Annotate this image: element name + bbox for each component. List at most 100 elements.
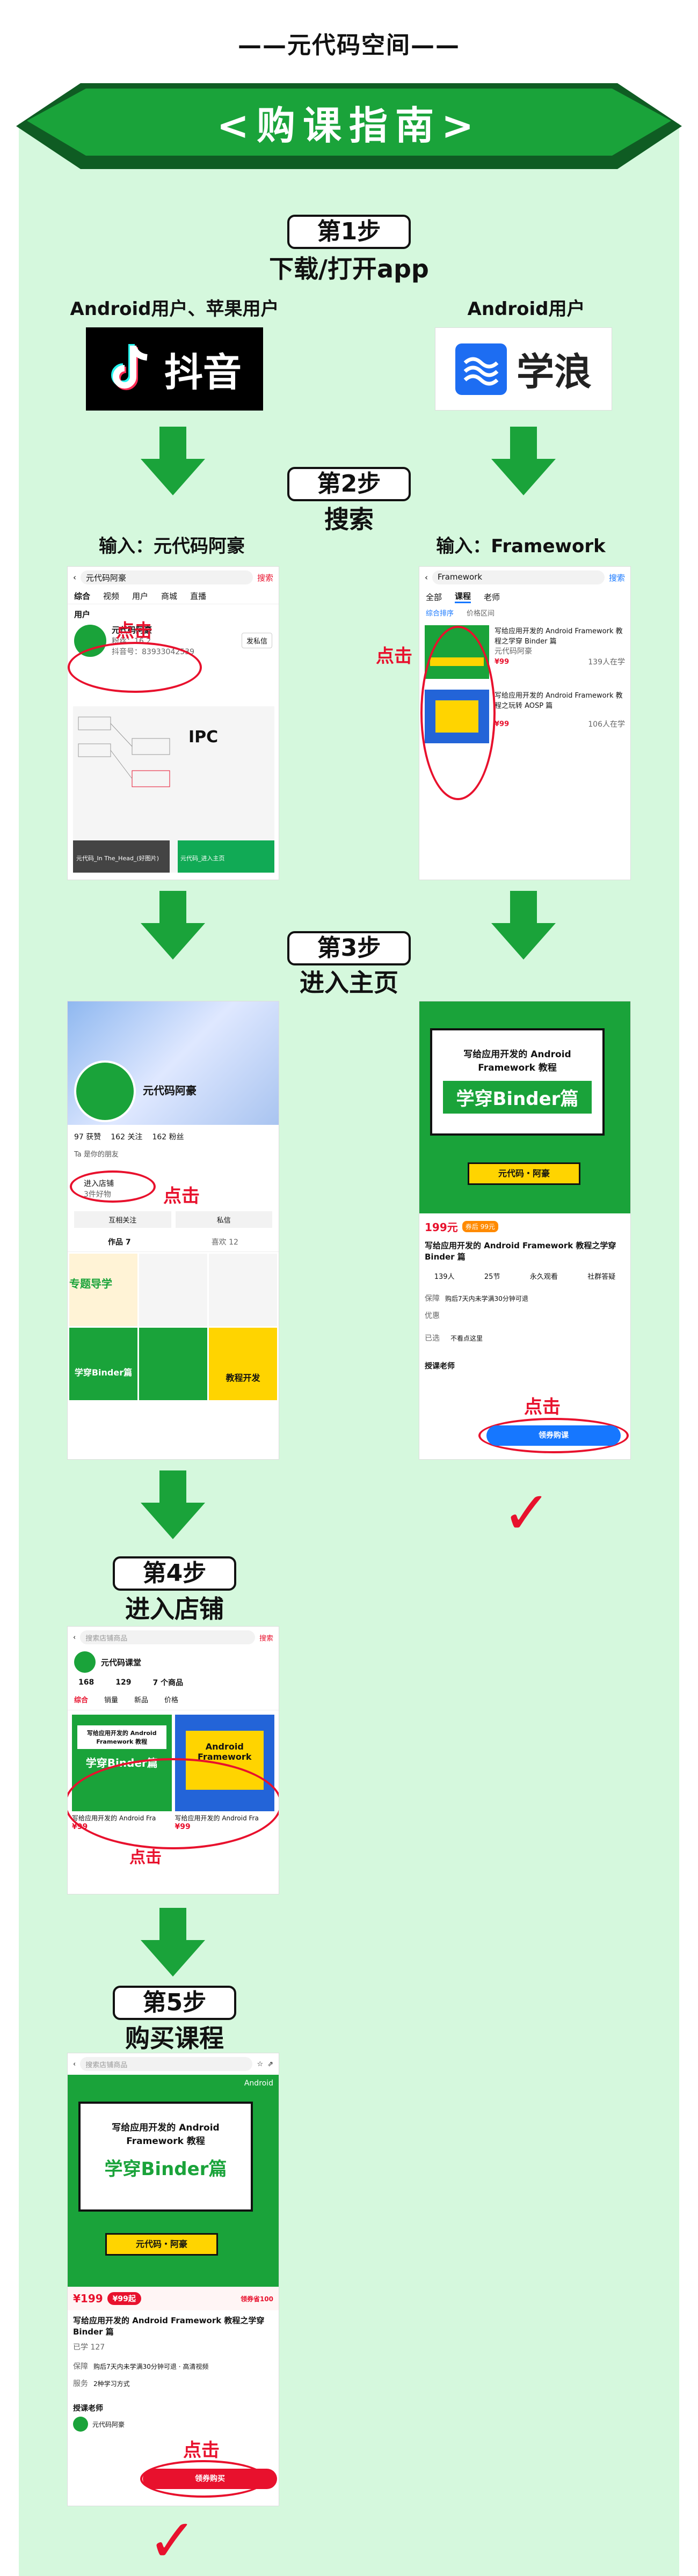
stat-learners: 139人 [434,1273,455,1281]
xuelang-app[interactable]: 学浪 [435,327,612,411]
shop-entry[interactable]: 进入店铺 3件好物 [84,1178,114,1199]
star-icon[interactable]: ☆ [257,2060,263,2068]
click-hint: 点击 [116,620,152,642]
click-hint: 点击 [163,1185,200,1207]
tab-users[interactable]: 用户 [132,590,148,602]
guarantee-label: 保障 [425,1294,440,1303]
selected-text: 不看点这里 [450,1334,483,1342]
product-card-title: 写给应用开发的 Android Framework 教程 [77,1725,166,1749]
search-input[interactable]: 元代码阿豪 [81,570,253,584]
tab-sales[interactable]: 销量 [104,1694,118,1704]
step2-right-input: 输入：Framework [436,536,606,557]
down-arrow-icon [141,427,205,495]
xuelang-logo-icon [455,343,507,395]
stat-likes: 97 获赞 [74,1133,101,1141]
card-author: 元代码・阿豪 [468,1162,580,1185]
highlight-oval [420,626,496,800]
down-arrow-icon [141,891,205,960]
video-card[interactable] [139,1328,207,1400]
course-price: 199元 [425,1221,458,1234]
card-big-title: 学穿Binder篇 [443,1081,592,1114]
message-button[interactable]: 发私信 [241,633,272,648]
buy-button[interactable]: 领券购买 [143,2469,277,2489]
selected-label: 已选 [425,1334,440,1343]
mutual-follow-button[interactable]: 互相关注 [74,1211,171,1228]
video-title[interactable]: 元代码_进入主页 [180,854,272,862]
tab-live[interactable]: 直播 [190,590,206,602]
shop-stat: 7 个商品 [152,1679,184,1687]
search-input[interactable]: 搜索店铺商品 [80,1630,255,1644]
filter-price[interactable]: 价格区间 [467,608,495,618]
stat-lessons: 25节 [484,1273,500,1281]
step2-left-input: 输入：元代码阿豪 [99,536,245,557]
card-author: 元代码・阿豪 [105,2233,218,2256]
video-title[interactable]: 元代码_In The_Head_(好图片) [76,854,168,862]
check-icon: ✓ [502,1479,552,1547]
search-button[interactable]: 搜索 [257,572,273,583]
search-button[interactable]: 搜索 [259,1633,273,1643]
step4-badge: 第4步 [113,1556,236,1591]
teacher-avatar [73,2417,88,2432]
course-price: ¥99 [495,720,510,728]
video-results: IPC 元代码_In The_Head_(好图片) 元代码_进入主页 [73,706,274,873]
xuelang-course-screenshot: 写给应用开发的 Android Framework 教程 学穿Binder篇 元… [419,1001,631,1460]
tab-all[interactable]: 综合 [74,590,90,602]
video-card[interactable] [139,1254,207,1326]
douyin-app[interactable]: 抖音 [86,327,263,411]
video-card[interactable]: 专题导学 [69,1254,137,1326]
douyin-name: 抖音 [164,350,242,395]
search-input[interactable]: 搜索店铺商品 [80,2057,253,2071]
promo-badge: ¥99起 [107,2292,141,2305]
down-arrow-icon [491,891,556,960]
video-card[interactable] [209,1254,277,1326]
step2-badge: 第2步 [287,467,411,501]
search-input[interactable]: Framework [432,570,605,584]
card-big-title: 学穿Binder篇 [104,2158,227,2180]
click-hint: 点击 [129,1848,162,1867]
course-title[interactable]: 写给应用开发的 Android Framework 教程之学穿 Binder 篇 [495,625,625,646]
tab-likes[interactable]: 喜欢 12 [212,1236,238,1247]
tab-all[interactable]: 综合 [74,1694,88,1704]
shop-stat: 129 [115,1678,132,1687]
click-hint: 点击 [524,1396,561,1418]
tab-all[interactable]: 全部 [426,591,442,603]
douyin-profile-screenshot: 元代码阿豪 97 获赞 162 关注 162 粉丝 Ta 是你的朋友 进入店铺 3… [67,1001,279,1460]
service-text: 2种学习方式 [93,2380,130,2388]
step4-title: 进入店铺 [125,1594,224,1623]
tab-courses[interactable]: 课程 [455,590,471,603]
course-title: 写给应用开发的 Android Framework 教程之学穿 Binder 篇 [425,1241,616,1262]
teacher-name: 元代码阿豪 [92,2420,125,2428]
message-button[interactable]: 私信 [175,1211,272,1228]
course-title[interactable]: 写给应用开发的 Android Framework 教程之玩转 AOSP 篇 [495,690,625,710]
down-arrow-icon [141,1470,205,1539]
search-button[interactable]: 搜索 [609,572,625,583]
step5-badge: 第5步 [113,1986,236,2020]
share-icon[interactable]: ⇗ [267,2060,273,2068]
course-price: ¥199 [73,2292,103,2305]
video-card[interactable]: 学穿Binder篇 [69,1328,137,1400]
tab-mall[interactable]: 商城 [161,590,177,602]
tab-works[interactable]: 作品 7 [108,1236,131,1247]
tab-new[interactable]: 新品 [134,1694,148,1704]
buy-button[interactable]: 领券购课 [486,1425,621,1446]
tab-teachers[interactable]: 老师 [484,591,500,603]
xuelang-name: 学浪 [517,350,592,394]
course-count: 106人在学 [588,720,625,729]
tab-price[interactable]: 价格 [164,1694,178,1704]
learner-count: 已学 127 [73,2343,105,2352]
filter-sort[interactable]: 综合排序 [426,608,454,618]
douyin-search-screenshot: ‹ 元代码阿豪 搜索 综合 视频 用户 商城 直播 用户 元代码阿豪 粉丝：16… [67,566,279,880]
tab-video[interactable]: 视频 [103,590,119,602]
click-hint: 点击 [376,646,412,667]
coupon-link[interactable]: 领券省100 [241,2294,273,2303]
video-card[interactable]: 教程开发 [209,1328,277,1400]
stat-community: 社群答疑 [587,1273,616,1281]
highlight-oval [68,642,202,693]
shop-screenshot: ‹ 搜索店铺商品 搜索 元代码课堂 168 129 7 个商品 综合 销量 新品… [67,1626,279,1894]
stat-fans: 162 粉丝 [152,1133,184,1141]
card-corner-label: Android [244,2079,273,2088]
xuelang-search-screenshot: ‹ Framework 搜索 全部 课程 老师 综合排序 价格区间 写给应用开发… [419,566,631,880]
step1-right-label: Android用户 [467,298,585,320]
step1-title: 下载/打开app [269,254,429,283]
card-title: 写给应用开发的 Android Framework 教程 [112,2123,220,2147]
